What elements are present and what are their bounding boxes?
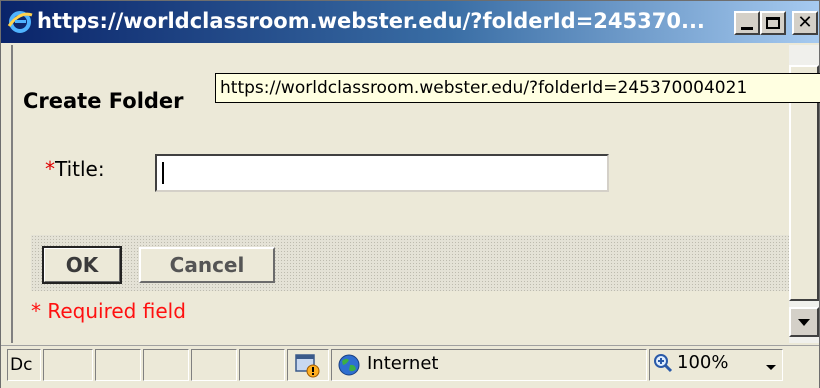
zoom-icon [654,354,673,373]
text-caret [162,162,164,184]
cancel-button[interactable]: Cancel [139,247,275,283]
status-panel [143,349,189,381]
browser-popup-window: https://worldclassroom.webster.edu/?fold… [0,0,820,388]
status-panel [43,349,93,381]
close-icon: ✕ [797,12,813,33]
status-panel [191,349,237,381]
window-title: https://worldclassroom.webster.edu/?fold… [37,9,705,33]
status-panel [95,349,141,381]
minimize-icon [741,26,753,30]
minimize-button[interactable] [734,11,760,35]
zoom-level: 100% [677,352,729,373]
scroll-down-button[interactable] [789,307,819,337]
status-panel [239,349,285,381]
maximize-button[interactable] [760,11,786,35]
ie-icon [7,11,33,33]
status-text-panel: Dc [7,349,41,381]
ok-button[interactable]: OK [42,246,122,284]
required-field-note: * Required field [31,299,186,323]
required-marker: * [45,157,55,181]
down-arrow-icon [798,318,810,326]
title-field-label: *Title: [45,157,105,181]
zone-label: Internet [367,353,439,374]
lock-warning-icon [295,354,320,378]
close-button[interactable]: ✕ [792,11,818,35]
chevron-down-icon[interactable] [766,365,776,370]
page-title: Create Folder [23,89,184,113]
title-label-text: Title: [55,157,105,181]
content-border [11,45,13,343]
title-input[interactable] [155,154,609,192]
url-tooltip: https://worldclassroom.webster.edu/?fold… [215,73,820,103]
maximize-icon [766,17,780,29]
globe-icon [338,354,360,376]
